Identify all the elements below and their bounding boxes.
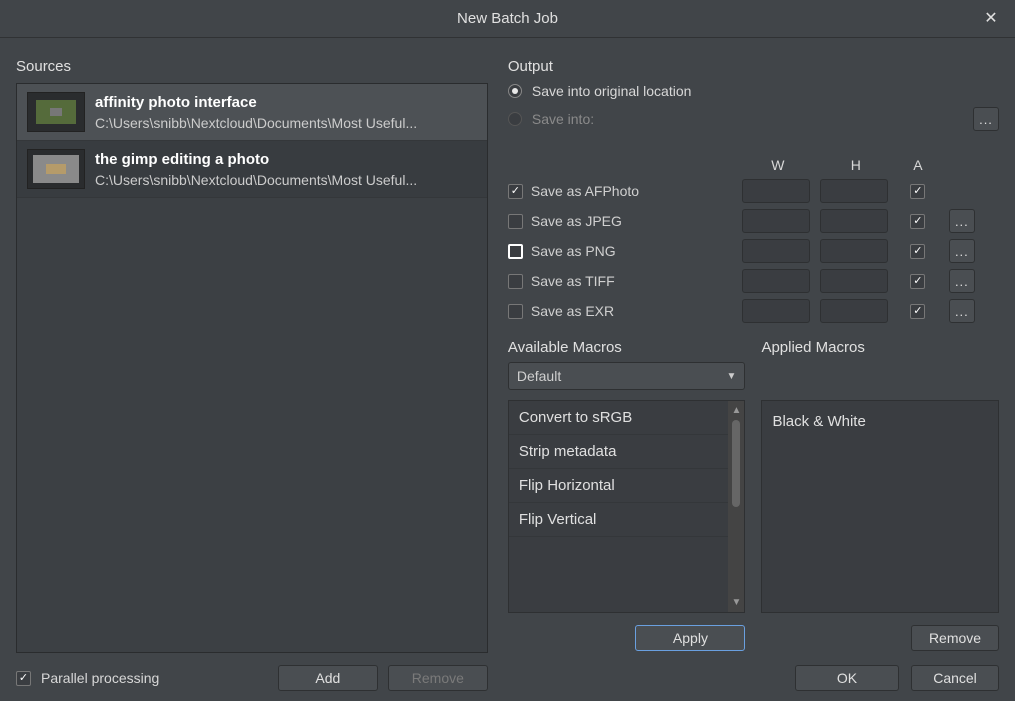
macros-scrollbar[interactable]: ▲ ▼: [728, 401, 744, 612]
macro-item[interactable]: Flip Horizontal: [509, 469, 729, 503]
scroll-thumb[interactable]: [732, 420, 740, 507]
sources-panel: Sources affinity photo interface C:\User…: [16, 58, 488, 691]
save-tiff-label: Save as TIFF: [531, 273, 615, 289]
save-exr-label: Save as EXR: [531, 303, 614, 319]
jpeg-height-input[interactable]: [820, 209, 888, 233]
dialog-buttons: OK Cancel: [508, 665, 999, 691]
jpeg-width-input[interactable]: [742, 209, 810, 233]
exr-aspect-checkbox[interactable]: [910, 304, 925, 319]
col-a-label: A: [898, 157, 938, 173]
format-row-exr: Save as EXR ...: [508, 299, 999, 323]
sources-list: affinity photo interface C:\Users\snibb\…: [16, 83, 488, 653]
dialog-content: Sources affinity photo interface C:\User…: [0, 38, 1015, 701]
exr-width-input[interactable]: [742, 299, 810, 323]
macro-item[interactable]: Flip Vertical: [509, 503, 729, 537]
close-icon[interactable]: ✕: [981, 8, 1001, 28]
macros-section: Available Macros Default ▼ Convert to sR…: [508, 339, 999, 651]
cancel-button[interactable]: Cancel: [911, 665, 999, 691]
save-into-radio[interactable]: [508, 112, 522, 126]
parallel-processing-label: Parallel processing: [41, 670, 159, 686]
applied-macros-label: Applied Macros: [761, 339, 999, 356]
available-macros-list: Convert to sRGB Strip metadata Flip Hori…: [508, 400, 746, 613]
source-item[interactable]: affinity photo interface C:\Users\snibb\…: [17, 84, 487, 141]
tiff-width-input[interactable]: [742, 269, 810, 293]
sources-label: Sources: [16, 58, 488, 75]
remove-macro-button[interactable]: Remove: [911, 625, 999, 651]
save-afphoto-label: Save as AFPhoto: [531, 183, 639, 199]
chevron-down-icon: ▼: [727, 371, 737, 382]
macro-category-select[interactable]: Default ▼: [508, 362, 746, 390]
scroll-down-icon[interactable]: ▼: [731, 597, 741, 608]
output-panel: Output Save into original location Save …: [508, 58, 999, 691]
format-row-png: Save as PNG ...: [508, 239, 999, 263]
exr-options-button[interactable]: ...: [949, 299, 975, 323]
save-png-label: Save as PNG: [531, 243, 616, 259]
png-aspect-checkbox[interactable]: [910, 244, 925, 259]
sources-bottom-row: Parallel processing Add Remove: [16, 665, 488, 691]
available-macros-label: Available Macros: [508, 339, 746, 356]
source-text: affinity photo interface C:\Users\snibb\…: [95, 94, 477, 131]
save-png-checkbox[interactable]: [508, 244, 523, 259]
afphoto-aspect-checkbox[interactable]: [910, 184, 925, 199]
save-original-radio[interactable]: [508, 84, 522, 98]
format-row-tiff: Save as TIFF ...: [508, 269, 999, 293]
source-path: C:\Users\snibb\Nextcloud\Documents\Most …: [95, 115, 477, 131]
formats-header: W H A: [508, 157, 999, 173]
scroll-up-icon[interactable]: ▲: [731, 405, 741, 416]
tiff-height-input[interactable]: [820, 269, 888, 293]
exr-height-input[interactable]: [820, 299, 888, 323]
source-text: the gimp editing a photo C:\Users\snibb\…: [95, 151, 477, 188]
output-label: Output: [508, 58, 999, 75]
png-height-input[interactable]: [820, 239, 888, 263]
source-path: C:\Users\snibb\Nextcloud\Documents\Most …: [95, 172, 477, 188]
available-macros-col: Available Macros Default ▼ Convert to sR…: [508, 339, 746, 651]
save-jpeg-label: Save as JPEG: [531, 213, 622, 229]
tiff-aspect-checkbox[interactable]: [910, 274, 925, 289]
save-tiff-checkbox[interactable]: [508, 274, 523, 289]
afphoto-width-input[interactable]: [742, 179, 810, 203]
format-row-jpeg: Save as JPEG ...: [508, 209, 999, 233]
save-afphoto-checkbox[interactable]: [508, 184, 523, 199]
format-row-afphoto: Save as AFPhoto: [508, 179, 999, 203]
formats-section: W H A Save as AFPhoto Save as JPEG: [508, 157, 999, 329]
source-thumbnail: [27, 149, 85, 189]
apply-macro-button[interactable]: Apply: [635, 625, 745, 651]
applied-macros-list: Black & White: [761, 400, 999, 613]
save-original-row: Save into original location: [508, 83, 999, 99]
jpeg-options-button[interactable]: ...: [949, 209, 975, 233]
applied-macro-item[interactable]: Black & White: [772, 409, 988, 434]
save-into-row: Save into: ...: [508, 107, 999, 131]
save-jpeg-checkbox[interactable]: [508, 214, 523, 229]
window-title: New Batch Job: [457, 10, 558, 27]
save-into-label: Save into:: [532, 111, 594, 127]
ok-button[interactable]: OK: [795, 665, 899, 691]
col-w-label: W: [742, 157, 814, 173]
tiff-options-button[interactable]: ...: [949, 269, 975, 293]
save-into-browse-button[interactable]: ...: [973, 107, 999, 131]
afphoto-height-input[interactable]: [820, 179, 888, 203]
macro-item[interactable]: Strip metadata: [509, 435, 729, 469]
remove-source-button[interactable]: Remove: [388, 665, 488, 691]
source-item[interactable]: the gimp editing a photo C:\Users\snibb\…: [17, 141, 487, 198]
source-name: affinity photo interface: [95, 94, 477, 111]
save-original-label: Save into original location: [532, 83, 692, 99]
save-exr-checkbox[interactable]: [508, 304, 523, 319]
col-h-label: H: [820, 157, 892, 173]
source-thumbnail: [27, 92, 85, 132]
titlebar: New Batch Job ✕: [0, 0, 1015, 38]
png-width-input[interactable]: [742, 239, 810, 263]
add-button[interactable]: Add: [278, 665, 378, 691]
jpeg-aspect-checkbox[interactable]: [910, 214, 925, 229]
png-options-button[interactable]: ...: [949, 239, 975, 263]
macro-category-value: Default: [517, 368, 561, 384]
parallel-processing-checkbox[interactable]: [16, 671, 31, 686]
applied-macros-col: Applied Macros Black & White Remove: [761, 339, 999, 651]
macro-item[interactable]: Convert to sRGB: [509, 401, 729, 435]
source-name: the gimp editing a photo: [95, 151, 477, 168]
